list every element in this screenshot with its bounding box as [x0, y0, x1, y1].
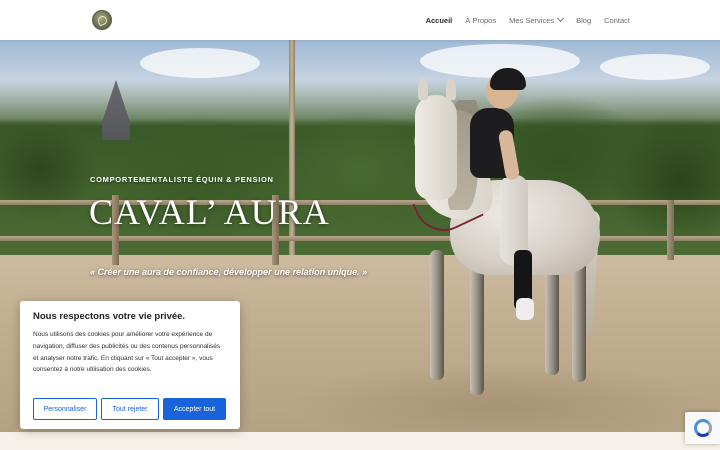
- accept-all-button[interactable]: Accepter tout: [163, 398, 226, 420]
- recaptcha-badge[interactable]: [685, 412, 720, 444]
- horse-head: [415, 95, 457, 200]
- next-section-strip: [0, 432, 720, 450]
- nav-item-label: Accueil: [425, 15, 453, 25]
- cloud: [140, 48, 260, 78]
- cookie-consent-banner: Nous respectons votre vie privée. Nous u…: [20, 301, 240, 429]
- wooden-pole: [289, 40, 295, 280]
- cookie-buttons: Personnaliser Tout rejeter Accepter tout: [33, 398, 226, 420]
- nav-item-label: Blog: [576, 15, 592, 25]
- horse-leg: [470, 255, 484, 395]
- nav-item-accueil[interactable]: Accueil: [426, 16, 453, 25]
- rider-helmet: [490, 68, 526, 90]
- fence-post: [667, 200, 674, 260]
- horse-ear: [446, 78, 456, 100]
- cookie-text: Nous utilisons des cookies pour améliore…: [33, 331, 221, 374]
- site-header: Accueil À Propos Mes Services Blog Conta…: [0, 0, 720, 40]
- horse-leg: [430, 250, 444, 380]
- fence-rail: [0, 236, 720, 241]
- horse-logo-icon: [96, 14, 109, 27]
- reject-all-button[interactable]: Tout rejeter: [101, 398, 159, 420]
- nav-item-label: Mes Services: [509, 15, 555, 25]
- site-logo[interactable]: [92, 10, 112, 30]
- nav-item-mes-services[interactable]: Mes Services: [509, 14, 565, 25]
- cloud: [600, 54, 710, 80]
- horse-ear: [418, 78, 428, 100]
- chevron-down-icon: [557, 14, 565, 23]
- nav-item-contact[interactable]: Contact: [604, 16, 630, 25]
- nav-item-label: Contact: [604, 15, 630, 25]
- main-nav: Accueil À Propos Mes Services Blog Conta…: [426, 0, 630, 40]
- nav-item-blog[interactable]: Blog: [576, 16, 591, 25]
- nav-item-label: À Propos: [465, 15, 497, 25]
- hero-kicker: COMPORTEMENTALISTE ÉQUIN & PENSION: [90, 175, 274, 184]
- hero-title: CAVAL’ AURA: [89, 192, 330, 232]
- cookie-title: Nous respectons votre vie privée.: [33, 311, 186, 322]
- hero-tagline: « Créer une aura de confiance, développe…: [90, 267, 368, 277]
- nav-item-a-propos[interactable]: À Propos: [465, 16, 496, 25]
- customize-button[interactable]: Personnaliser: [33, 398, 97, 420]
- recaptcha-icon: [693, 419, 712, 437]
- rider-shoe: [516, 298, 534, 320]
